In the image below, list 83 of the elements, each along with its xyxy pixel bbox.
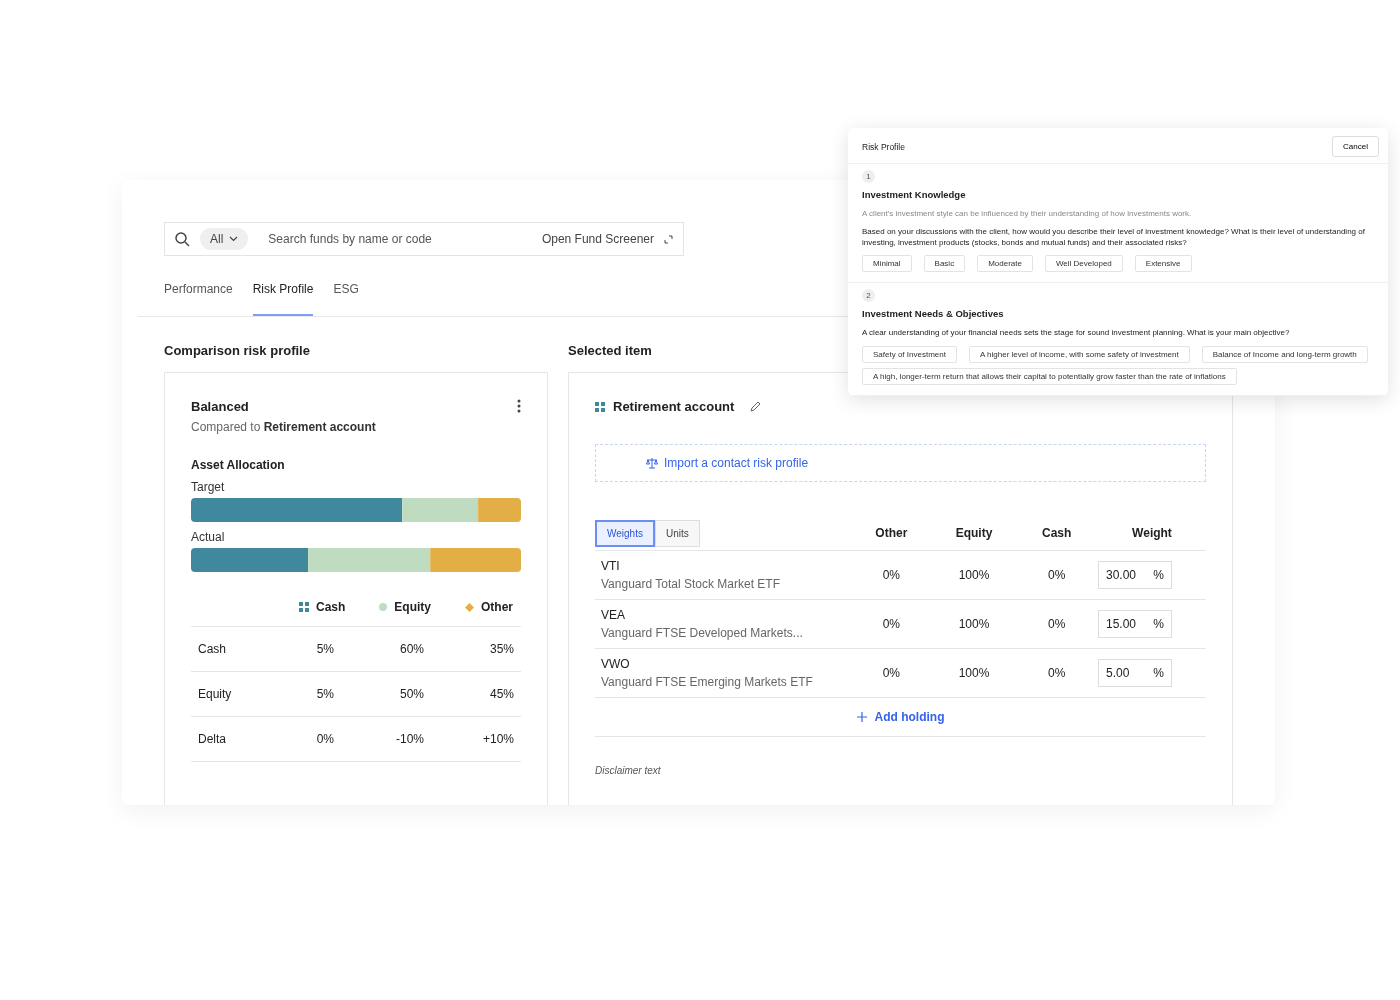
table-cell-text: 0% bbox=[1047, 617, 1067, 631]
table-cell-text: 60% bbox=[398, 642, 424, 656]
fund-name: Vanguard FTSE Emerging Markets ETF bbox=[600, 675, 814, 689]
table-cell-text: 50% bbox=[398, 687, 424, 701]
step-number: 1 bbox=[862, 170, 875, 183]
table-cell-text: 0% bbox=[1047, 666, 1067, 680]
tab[interactable]: ESG bbox=[333, 282, 359, 316]
legend-label: Cash bbox=[315, 600, 346, 614]
row-label: Cash bbox=[198, 642, 227, 656]
table-cell-text: 35% bbox=[488, 642, 514, 656]
table-cell-text: 0% bbox=[881, 617, 901, 631]
bar-label: Target bbox=[191, 480, 226, 494]
profile-subtitle: Compared to Retirement account bbox=[191, 420, 377, 434]
fund-code: VWO bbox=[600, 657, 631, 671]
answer-option[interactable]: A high, longer-term return that allows their capital to potentially grow faster than the rate of inflations bbox=[862, 367, 1237, 385]
filter-dropdown[interactable]: All bbox=[200, 228, 249, 250]
answer-option[interactable]: Minimal bbox=[862, 255, 912, 272]
chevron-down-icon bbox=[229, 236, 239, 242]
toggle-button[interactable]: Units bbox=[654, 519, 700, 547]
table-cell-text: 45% bbox=[488, 687, 514, 701]
account-title: Retirement account bbox=[613, 399, 735, 414]
table-cell-text: 5% bbox=[315, 642, 334, 656]
tab[interactable]: Performance bbox=[164, 282, 233, 316]
weight-field[interactable]: 15.00 % bbox=[1098, 610, 1172, 638]
table-cell-text: 100% bbox=[957, 666, 991, 680]
section-heading: Selected item bbox=[568, 343, 652, 358]
legend-label: Equity bbox=[394, 600, 431, 614]
fund-name: Vanguard Total Stock Market ETF bbox=[600, 577, 781, 591]
pencil-icon[interactable] bbox=[750, 401, 762, 412]
scale-icon bbox=[646, 457, 658, 469]
more-icon[interactable] bbox=[517, 399, 521, 413]
answer-option[interactable]: Basic bbox=[923, 255, 966, 272]
search-icon bbox=[175, 231, 190, 247]
cancel-button[interactable]: Cancel bbox=[1332, 136, 1379, 157]
answer-option[interactable]: Safety of Investment bbox=[862, 345, 957, 363]
grid-icon bbox=[595, 401, 605, 412]
table-cell-text: 100% bbox=[957, 568, 991, 582]
search-field[interactable]: All Search funds by name or code Open Fund Screener bbox=[164, 222, 684, 256]
weight-field[interactable]: 30.00 % bbox=[1098, 561, 1172, 589]
answer-option[interactable]: A higher level of income, with some safety of investment bbox=[968, 345, 1190, 363]
fund-name: Vanguard FTSE Developed Markets... bbox=[600, 626, 804, 640]
table-cell-text: 0% bbox=[881, 666, 901, 680]
table-cell-text: 100% bbox=[957, 617, 991, 631]
step-number: 2 bbox=[862, 289, 875, 302]
table-cell-text: -10% bbox=[395, 732, 424, 746]
plus-icon bbox=[856, 712, 867, 722]
allocation-heading: Asset Allocation bbox=[191, 458, 286, 472]
table-cell-text: 0% bbox=[1047, 568, 1067, 582]
question-title: Investment Knowledge bbox=[862, 189, 967, 200]
import-dropzone[interactable]: Import a contact risk profile bbox=[595, 444, 1206, 482]
column-header: Other bbox=[874, 526, 909, 540]
legend-label: Other bbox=[481, 600, 513, 614]
answer-option[interactable]: Moderate bbox=[977, 255, 1033, 272]
column-header: Equity bbox=[954, 526, 994, 540]
toggle-button[interactable]: Weights bbox=[595, 519, 655, 547]
question-title: Investment Needs & Objectives bbox=[862, 308, 1005, 319]
answer-option[interactable]: Extensive bbox=[1134, 255, 1192, 272]
screener-link[interactable]: Open Fund Screener bbox=[541, 232, 654, 246]
row-label: Delta bbox=[198, 732, 227, 746]
row-label: Equity bbox=[198, 687, 233, 701]
question-text: Based on your discussions with the client, how would you describe their level of investment knowledge? What is their level of understanding of investing, investment products (stocks, bonds and mutual funds) and their associated risks? bbox=[862, 227, 1366, 248]
import-link[interactable]: Import a contact risk profile bbox=[664, 456, 809, 470]
question-hint: A client's investment style can be influenced by their understanding of how investments work. bbox=[862, 209, 1193, 218]
profile-title: Balanced bbox=[191, 399, 249, 414]
disclaimer: Disclaimer text bbox=[595, 765, 662, 776]
answer-option[interactable]: Well Developed bbox=[1044, 255, 1123, 272]
table-cell-text: 0% bbox=[881, 568, 901, 582]
bar-label: Actual bbox=[191, 530, 226, 544]
weight-field[interactable]: 5.00 % bbox=[1098, 659, 1172, 687]
question-text: A clear understanding of your financial needs sets the stage for sound investment planning. What is your main objective? bbox=[862, 328, 1291, 339]
search-placeholder: Search funds by name or code bbox=[268, 232, 433, 246]
section-heading: Comparison risk profile bbox=[164, 343, 310, 358]
column-header: Weight bbox=[1131, 526, 1173, 540]
table-cell-text: +10% bbox=[481, 732, 514, 746]
table-cell-text: 5% bbox=[315, 687, 334, 701]
column-header: Cash bbox=[1041, 526, 1073, 540]
modal-title: Risk Profile bbox=[862, 141, 905, 152]
table-cell-text: 0% bbox=[315, 732, 334, 746]
add-holding-button[interactable]: Add holding bbox=[850, 709, 951, 725]
answer-option[interactable]: Balance of Income and long-term growth bbox=[1201, 345, 1368, 363]
fund-code: VTI bbox=[600, 559, 621, 573]
fund-code: VEA bbox=[600, 608, 626, 622]
expand-icon[interactable] bbox=[664, 234, 673, 244]
